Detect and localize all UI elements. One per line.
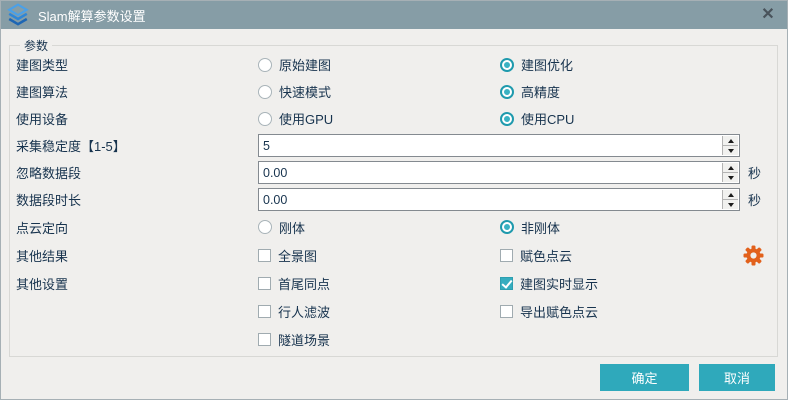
row-label: 建图算法 [16, 82, 258, 101]
checkbox-label: 隧道场景 [278, 330, 330, 349]
radio-label: 非刚体 [521, 218, 560, 237]
close-icon[interactable]: ✕ [757, 4, 779, 26]
checkbox-export-colored-pointcloud[interactable] [500, 305, 513, 318]
arrow-up-icon [728, 139, 734, 143]
cancel-button[interactable]: 取消 [699, 364, 775, 391]
radio-non-rigid[interactable] [500, 220, 514, 234]
checkbox-panorama[interactable] [258, 249, 271, 262]
row-other-settings-3: 隧道场景 [10, 325, 777, 353]
params-form: 建图类型 原始建图 建图优化 建图算法 快速模式 高精度 使用设 [10, 51, 777, 353]
ok-button[interactable]: 确定 [600, 364, 689, 391]
segment-duration-input[interactable] [259, 193, 739, 207]
checkbox-label: 建图实时显示 [520, 274, 598, 293]
row-label: 建图类型 [16, 55, 258, 74]
radio-label: 建图优化 [521, 55, 573, 74]
radio-fast-mode[interactable] [258, 85, 272, 99]
row-other-results: 其他结果 全景图 赋色点云 [10, 241, 777, 269]
checkbox-label: 全景图 [278, 246, 317, 265]
stability-spinbox[interactable] [258, 134, 740, 157]
checkbox-tunnel-scene[interactable] [258, 333, 271, 346]
row-map-type: 建图类型 原始建图 建图优化 [10, 51, 777, 78]
arrow-down-icon [728, 176, 734, 180]
checkbox-label: 导出赋色点云 [520, 302, 598, 321]
row-label: 点云定向 [16, 218, 258, 237]
radio-map-optimize[interactable] [500, 58, 514, 72]
spin-down-button[interactable] [723, 199, 738, 209]
arrow-down-icon [728, 203, 734, 207]
radio-label: 刚体 [279, 218, 305, 237]
ignore-segment-input[interactable] [259, 166, 739, 180]
row-map-algorithm: 建图算法 快速模式 高精度 [10, 78, 777, 105]
window-title: Slam解算参数设置 [38, 6, 146, 25]
radio-label: 快速模式 [279, 82, 331, 101]
row-other-settings-2: 行人滤波 导出赋色点云 [10, 297, 777, 325]
checkbox-label: 首尾同点 [278, 274, 330, 293]
spin-up-button[interactable] [723, 163, 738, 172]
titlebar[interactable]: Slam解算参数设置 ✕ [1, 1, 787, 29]
spin-buttons [722, 190, 738, 209]
spin-down-button[interactable] [723, 145, 738, 155]
gear-settings-icon[interactable] [743, 245, 764, 266]
checkbox-label: 行人滤波 [278, 302, 330, 321]
row-label: 其他结果 [16, 246, 258, 265]
row-other-settings: 其他设置 首尾同点 建图实时显示 [10, 269, 777, 297]
app-logo-icon [5, 3, 31, 27]
row-segment-duration: 数据段时长 秒 [10, 186, 777, 213]
row-pointcloud-orientation: 点云定向 刚体 非刚体 [10, 213, 777, 241]
spin-buttons [722, 163, 738, 182]
arrow-up-icon [728, 166, 734, 170]
radio-use-cpu[interactable] [500, 112, 514, 126]
checkbox-pedestrian-filter[interactable] [258, 305, 271, 318]
row-label: 忽略数据段 [16, 163, 258, 182]
unit-label: 秒 [748, 163, 761, 182]
row-label: 使用设备 [16, 109, 258, 128]
row-label: 采集稳定度【1-5】 [16, 136, 258, 155]
row-ignore-segment: 忽略数据段 秒 [10, 159, 777, 186]
checkbox-colored-pointcloud[interactable] [500, 249, 513, 262]
ignore-segment-spinbox[interactable] [258, 161, 740, 184]
radio-label: 原始建图 [279, 55, 331, 74]
row-device: 使用设备 使用GPU 使用CPU [10, 105, 777, 132]
stability-input[interactable] [259, 139, 739, 153]
radio-label: 高精度 [521, 82, 560, 101]
unit-label: 秒 [748, 190, 761, 209]
arrow-up-icon [728, 193, 734, 197]
slam-params-dialog: Slam解算参数设置 ✕ 参数 建图类型 原始建图 建图优化 建图算法 快速模式 [0, 0, 788, 400]
row-label: 数据段时长 [16, 190, 258, 209]
checkbox-same-start-end[interactable] [258, 277, 271, 290]
row-stability: 采集稳定度【1-5】 [10, 132, 777, 159]
radio-use-gpu[interactable] [258, 112, 272, 126]
checkbox-realtime-display[interactable] [500, 277, 513, 290]
spin-buttons [722, 136, 738, 155]
arrow-down-icon [728, 149, 734, 153]
radio-high-precision[interactable] [500, 85, 514, 99]
spin-up-button[interactable] [723, 190, 738, 199]
checkbox-label: 赋色点云 [520, 246, 572, 265]
radio-label: 使用GPU [279, 109, 333, 128]
spin-up-button[interactable] [723, 136, 738, 145]
segment-duration-spinbox[interactable] [258, 188, 740, 211]
row-label: 其他设置 [16, 274, 258, 293]
radio-original-map[interactable] [258, 58, 272, 72]
spin-down-button[interactable] [723, 172, 738, 182]
radio-label: 使用CPU [521, 109, 574, 128]
dialog-footer: 确定 取消 [600, 364, 775, 391]
radio-rigid[interactable] [258, 220, 272, 234]
